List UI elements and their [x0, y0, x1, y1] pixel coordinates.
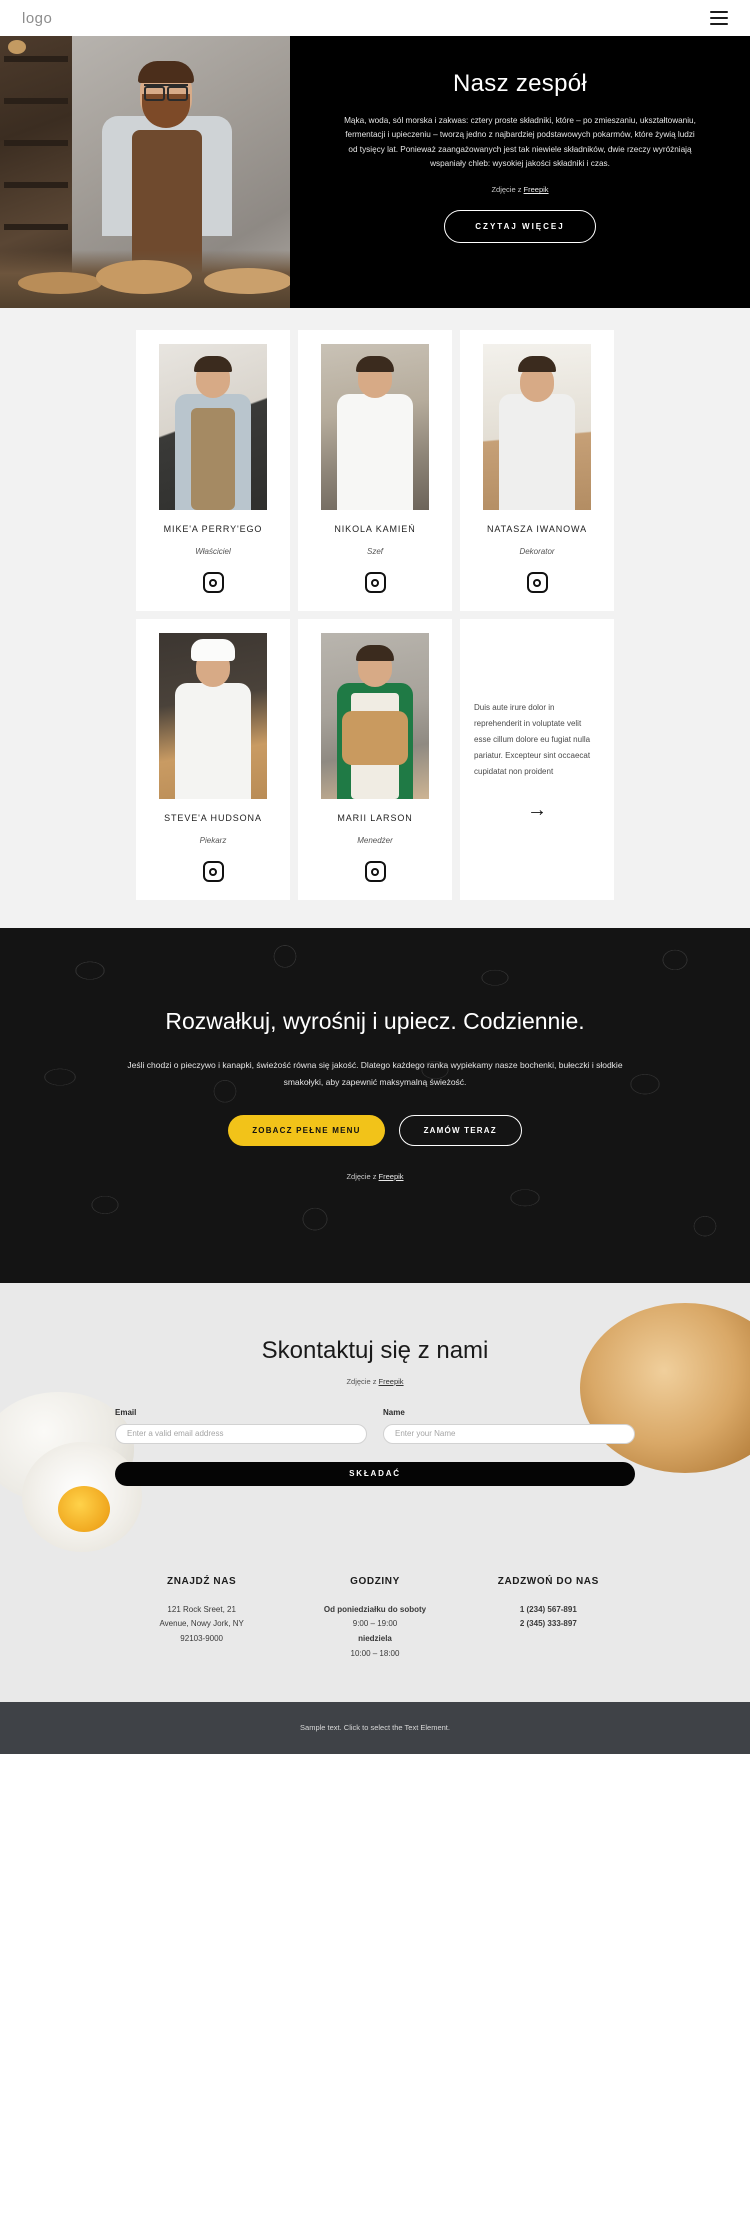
- member-name: MARII LARSON: [337, 813, 413, 823]
- submit-button[interactable]: SKŁADAĆ: [115, 1461, 635, 1486]
- instagram-icon[interactable]: [364, 572, 386, 593]
- read-more-button[interactable]: CZYTAJ WIĘCEJ: [444, 210, 596, 244]
- cta-button-group: ZOBACZ PEŁNE MENU ZAMÓW TERAZ: [60, 1115, 690, 1147]
- info-title: GODZINY: [350, 1575, 400, 1587]
- hero-image-credit: Zdjęcie z Freepik: [344, 185, 696, 194]
- team-card: MARII LARSON Menedżer: [298, 619, 452, 900]
- contact-form: Email Name: [115, 1408, 635, 1444]
- instagram-icon[interactable]: [526, 572, 548, 593]
- hamburger-bar: [710, 17, 728, 19]
- team-section: MIKE'A PERRY'EGO Właściciel NIKOLA KAMIE…: [0, 308, 750, 928]
- instagram-icon[interactable]: [202, 572, 224, 593]
- member-role: Właściciel: [195, 547, 231, 556]
- hero-section: Nasz zespół Mąka, woda, sól morska i zak…: [0, 36, 750, 308]
- member-photo: [321, 344, 429, 510]
- email-input[interactable]: [115, 1423, 367, 1444]
- info-line: 9:00 – 19:00: [352, 1619, 398, 1629]
- member-role: Szef: [366, 547, 383, 556]
- member-photo: [483, 344, 591, 510]
- contact-section: Skontaktuj się z nami Zdjęcie z Freepik …: [0, 1283, 750, 1702]
- credit-prefix: Zdjęcie z: [491, 185, 524, 195]
- info-title: ZADZWOŃ DO NAS: [497, 1575, 599, 1587]
- contact-title: Skontaktuj się z nami: [261, 1337, 489, 1365]
- team-text-card: Duis aute irure dolor in reprehenderit i…: [460, 619, 614, 900]
- credit-prefix: Zdjęcie z: [346, 1172, 379, 1182]
- team-card: NIKOLA KAMIEŃ Szef: [298, 330, 452, 611]
- name-label: Name: [383, 1408, 405, 1418]
- hero-text-panel: Nasz zespół Mąka, woda, sól morska i zak…: [290, 36, 750, 308]
- instagram-icon[interactable]: [202, 861, 224, 882]
- credit-prefix: Zdjęcie z: [346, 1377, 379, 1387]
- bread-loaf-decor: [96, 260, 192, 294]
- info-column-find-us: ZNAJDŹ NAS 121 Rock Sreet, 21 Avenue, No…: [125, 1574, 278, 1662]
- cta-section: Rozwałkuj, wyrośnij i upiecz. Codziennie…: [0, 928, 750, 1284]
- team-grid: MIKE'A PERRY'EGO Właściciel NIKOLA KAMIE…: [136, 330, 614, 900]
- info-line: 92103-9000: [180, 1634, 224, 1644]
- member-photo: [321, 633, 429, 799]
- info-columns: ZNAJDŹ NAS 121 Rock Sreet, 21 Avenue, No…: [125, 1574, 625, 1662]
- cta-title: Rozwałkuj, wyrośnij i upiecz. Codziennie…: [165, 1008, 585, 1034]
- info-line: Avenue, Nowy Jork, NY: [159, 1619, 244, 1629]
- site-header: logo: [0, 0, 750, 36]
- hero-description: Mąka, woda, sól morska i zakwas: cztery …: [344, 116, 696, 169]
- hero-title: Nasz zespół: [452, 70, 588, 97]
- contact-image-credit: Zdjęcie z Freepik: [0, 1377, 750, 1386]
- member-role: Dekorator: [519, 547, 555, 556]
- member-name: STEVE'A HUDSONA: [164, 813, 262, 823]
- team-card: MIKE'A PERRY'EGO Właściciel: [136, 330, 290, 611]
- member-role: Menedżer: [357, 836, 393, 845]
- name-input[interactable]: [383, 1423, 635, 1444]
- credit-link[interactable]: Freepik: [379, 1172, 404, 1181]
- credit-link[interactable]: Freepik: [379, 1377, 404, 1386]
- hamburger-icon[interactable]: [710, 11, 728, 25]
- view-full-menu-button[interactable]: ZOBACZ PEŁNE MENU: [228, 1115, 385, 1147]
- order-now-button[interactable]: ZAMÓW TERAZ: [398, 1115, 522, 1147]
- info-line: 10:00 – 18:00: [350, 1648, 400, 1658]
- baker-portrait-decor: [92, 61, 242, 274]
- hamburger-bar: [710, 11, 728, 13]
- member-name: MIKE'A PERRY'EGO: [163, 524, 263, 534]
- info-line: niedziela: [358, 1634, 392, 1644]
- cta-description: Jeśli chodzi o pieczywo i kanapki, śwież…: [127, 1060, 623, 1088]
- site-footer: Sample text. Click to select the Text El…: [0, 1701, 750, 1754]
- credit-link[interactable]: Freepik: [524, 185, 549, 194]
- bread-pattern-decor: [0, 928, 750, 1284]
- team-card: NATASZA IWANOWA Dekorator: [460, 330, 614, 611]
- instagram-icon[interactable]: [364, 861, 386, 882]
- email-label: Email: [115, 1408, 137, 1418]
- hero-image: [0, 36, 290, 308]
- email-field-group: Email: [115, 1408, 367, 1444]
- info-line: Od poniedziałku do soboty: [323, 1604, 427, 1614]
- team-card: STEVE'A HUDSONA Piekarz: [136, 619, 290, 900]
- logo[interactable]: logo: [22, 10, 52, 27]
- info-column-call-us: ZADZWOŃ DO NAS 1 (234) 567-891 2 (345) 3…: [472, 1574, 625, 1662]
- info-line: 121 Rock Sreet, 21: [167, 1604, 236, 1614]
- info-column-hours: GODZINY Od poniedziałku do soboty 9:00 –…: [298, 1574, 451, 1662]
- hamburger-bar: [710, 23, 728, 25]
- member-photo: [159, 344, 267, 510]
- name-field-group: Name: [383, 1408, 635, 1444]
- cta-image-credit: Zdjęcie z Freepik: [60, 1172, 690, 1181]
- phone-number[interactable]: 2 (345) 333-897: [472, 1617, 625, 1632]
- arrow-right-icon[interactable]: →: [527, 800, 547, 820]
- member-photo: [159, 633, 267, 799]
- team-card-text: Duis aute irure dolor in reprehenderit i…: [474, 702, 591, 776]
- member-role: Piekarz: [199, 836, 227, 845]
- member-name: NATASZA IWANOWA: [486, 524, 587, 534]
- info-title: ZNAJDŹ NAS: [166, 1575, 237, 1587]
- footer-text[interactable]: Sample text. Click to select the Text El…: [300, 1723, 450, 1732]
- member-name: NIKOLA KAMIEŃ: [334, 524, 416, 534]
- phone-number[interactable]: 1 (234) 567-891: [472, 1603, 625, 1618]
